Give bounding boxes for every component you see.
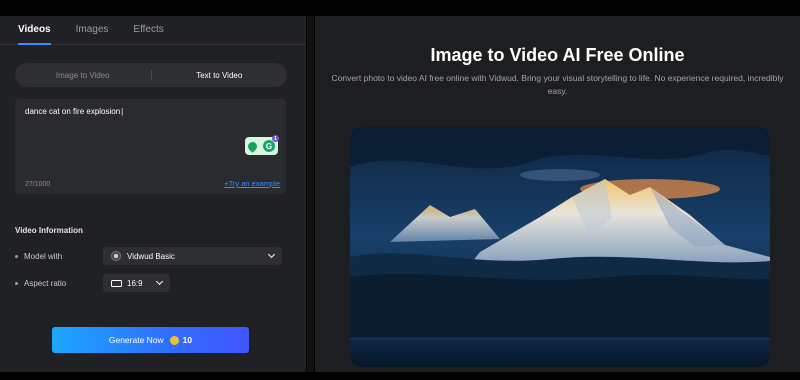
chevron-down-icon	[267, 250, 276, 259]
aspect-ratio-icon	[111, 279, 122, 287]
aspect-ratio-label-text: Aspect ratio	[24, 279, 67, 288]
tab-videos[interactable]: Videos	[18, 16, 51, 45]
prompt-text[interactable]: dance cat on fire explosion	[25, 107, 123, 116]
try-example-link[interactable]: +Try an example	[224, 179, 280, 188]
text-to-video-option[interactable]: Text to Video	[152, 71, 288, 80]
aspect-ratio-value: 16:9	[127, 278, 143, 288]
model-select-value: Vidwud Basic	[127, 251, 175, 261]
panel-scrollbar[interactable]	[307, 16, 314, 372]
model-label-text: Model with	[24, 252, 63, 261]
model-label: Model with	[15, 252, 62, 261]
model-icon	[111, 251, 121, 261]
notification-badge: 1	[272, 135, 279, 142]
hero-mountain-image	[350, 127, 770, 367]
media-tabs: Videos Images Effects	[0, 16, 306, 45]
image-to-video-option[interactable]: Image to Video	[15, 71, 151, 80]
aspect-ratio-select[interactable]: 16:9	[103, 274, 170, 292]
bullet-icon	[15, 282, 18, 285]
mode-toggle: Image to Video Text to Video	[15, 63, 287, 87]
video-information-heading: Video Information	[15, 226, 83, 235]
generate-button-label: Generate Now	[108, 335, 164, 345]
extension-icons: G1	[245, 135, 279, 155]
page-subtitle: Convert photo to video AI free online wi…	[331, 73, 784, 96]
hero-panel: Image to Video AI Free Online Convert ph…	[315, 16, 800, 372]
page-title: Image to Video AI Free Online	[430, 45, 685, 65]
credit-cost: 10	[182, 335, 193, 345]
char-count: 27/1000	[25, 181, 51, 188]
tab-images[interactable]: Images	[76, 16, 109, 44]
prompt-textarea[interactable]: dance cat on fire explosion G1 27/1000 +…	[15, 99, 286, 194]
grammarly-icon[interactable]: G1	[263, 135, 279, 152]
aspect-ratio-label: Aspect ratio	[15, 279, 66, 288]
generate-now-button[interactable]: Generate Now 10	[52, 327, 249, 353]
generator-panel: Videos Images Effects Image to Video Tex…	[0, 16, 306, 372]
location-pin-icon[interactable]	[246, 139, 259, 153]
chevron-down-icon	[155, 277, 164, 286]
model-select[interactable]: Vidwud Basic	[103, 247, 282, 265]
coin-icon	[169, 335, 179, 345]
bullet-icon	[15, 255, 18, 258]
tab-effects[interactable]: Effects	[133, 16, 163, 44]
